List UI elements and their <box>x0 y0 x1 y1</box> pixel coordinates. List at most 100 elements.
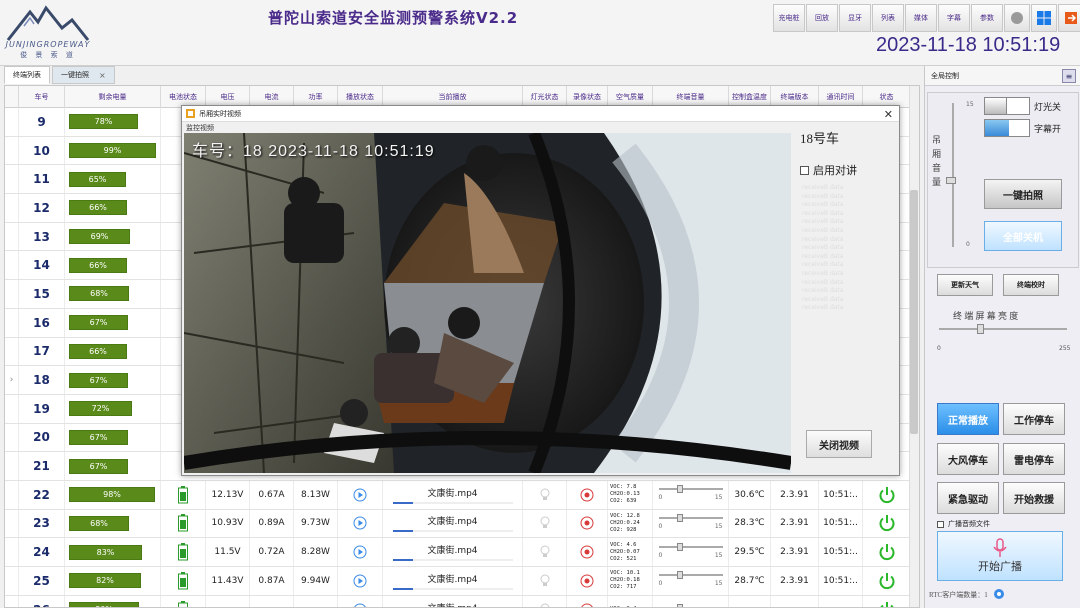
checkbox-box[interactable] <box>937 520 944 528</box>
slider-track[interactable] <box>658 485 723 494</box>
column-header[interactable]: 车号 <box>19 86 65 108</box>
table-row[interactable]: 23 68% 10.93V 0.89A 9.73W 文康街.mp4 VOC: 12.8 CH… <box>5 509 911 539</box>
start-rescue-button[interactable]: 开始救援 <box>1003 482 1065 514</box>
intercom-checkbox[interactable]: 启用对讲 <box>800 162 857 178</box>
bulb-icon[interactable] <box>523 595 567 607</box>
slider-thumb[interactable] <box>676 571 683 580</box>
slider-thumb[interactable] <box>676 603 683 607</box>
vertical-scrollbar[interactable] <box>909 86 919 607</box>
row-selector[interactable] <box>5 509 19 538</box>
slider-thumb[interactable] <box>676 513 683 522</box>
checkbox-box[interactable] <box>800 165 809 175</box>
row-selector[interactable] <box>5 194 19 222</box>
row-selector[interactable] <box>5 480 19 509</box>
record-icon[interactable] <box>567 480 608 509</box>
play-icon[interactable] <box>338 567 383 595</box>
toolbar-subtitle-button[interactable]: 字幕 <box>938 4 970 32</box>
row-selector[interactable] <box>5 136 19 165</box>
bulb-icon[interactable] <box>523 567 567 595</box>
broadcast-button[interactable]: 开始广播 <box>937 531 1063 581</box>
tab-snapshot[interactable]: 一键拍照 × <box>52 66 115 84</box>
scrollbar-thumb[interactable] <box>910 190 918 434</box>
subtitle-toggle[interactable] <box>984 119 1030 137</box>
row-selector[interactable] <box>5 595 19 607</box>
shutdown-all-button[interactable]: 全部关机 <box>984 221 1062 251</box>
record-dot-icon[interactable] <box>1004 4 1030 32</box>
terminal-time-button[interactable]: 终端校时 <box>1003 274 1059 296</box>
bulb-icon[interactable] <box>523 538 567 566</box>
thunder-stop-button[interactable]: 雷电停车 <box>1003 443 1065 475</box>
row-selector[interactable] <box>5 452 19 480</box>
close-icon[interactable]: ✕ <box>884 108 893 121</box>
toolbar-list-button[interactable]: 列表 <box>872 4 904 32</box>
volume-slider[interactable]: 0 15 <box>653 509 729 538</box>
row-selector[interactable] <box>5 251 19 280</box>
light-toggle[interactable] <box>984 97 1030 115</box>
row-selector[interactable] <box>5 337 19 366</box>
table-row[interactable]: 22 98% 12.13V 0.67A 8.13W 文康街.mp4 VOC: 7.8 CH2… <box>5 480 911 510</box>
toolbar-charger-button[interactable]: 充电桩 <box>773 4 805 32</box>
slider-track[interactable] <box>658 542 723 551</box>
close-video-button[interactable]: 关闭视频 <box>806 430 872 458</box>
play-icon[interactable] <box>338 538 383 566</box>
row-selector[interactable] <box>5 165 19 194</box>
table-row[interactable]: 26 80% 文康街.mp4 VOC: 9.4 <box>5 595 911 607</box>
record-icon[interactable] <box>567 595 608 607</box>
power-icon[interactable] <box>863 595 911 607</box>
power-icon[interactable] <box>863 538 911 566</box>
row-selector[interactable] <box>5 222 19 251</box>
brightness-track[interactable] <box>939 328 1067 330</box>
broadcast-file-checkbox[interactable]: 广播音频文件 <box>937 519 990 529</box>
table-row[interactable]: 24 83% 11.5V 0.72A 8.28W 文康街.mp4 VOC: 4.6 CH2O… <box>5 538 911 567</box>
column-header[interactable]: 剩余电量 <box>65 86 161 108</box>
bulb-icon[interactable] <box>523 509 567 538</box>
toolbar-playback-button[interactable]: 回放 <box>806 4 838 32</box>
slider-thumb[interactable] <box>676 485 683 494</box>
power-icon[interactable] <box>863 567 911 595</box>
emergency-drive-button[interactable]: 紧急驱动 <box>937 482 999 514</box>
record-icon[interactable] <box>567 509 608 538</box>
current-file: 文康街.mp4 <box>383 595 523 607</box>
power-icon[interactable] <box>863 509 911 538</box>
table-row[interactable]: 25 82% 11.43V 0.87A 9.94W 文康街.mp4 VOC: 10.1 CH… <box>5 567 911 596</box>
power-icon[interactable] <box>863 480 911 509</box>
windows-icon[interactable] <box>1031 4 1057 32</box>
normal-play-button[interactable]: 正常播放 <box>937 403 999 435</box>
play-icon[interactable] <box>338 595 383 607</box>
play-icon[interactable] <box>338 509 383 538</box>
volume-track[interactable] <box>952 103 954 247</box>
row-selector[interactable] <box>5 394 19 423</box>
volume-slider[interactable]: 0 15 <box>653 480 729 509</box>
volume-slider[interactable]: 0 15 <box>653 567 729 595</box>
slider-track[interactable] <box>658 571 723 580</box>
record-icon[interactable] <box>567 567 608 595</box>
row-selector[interactable]: › <box>5 366 19 394</box>
row-selector[interactable] <box>5 280 19 308</box>
brightness-thumb[interactable] <box>977 324 984 334</box>
battery-bar: 67% <box>69 429 128 445</box>
exit-icon[interactable] <box>1058 4 1080 32</box>
menu-icon[interactable]: ≡ <box>1062 69 1076 83</box>
row-selector[interactable] <box>5 308 19 337</box>
volume-slider[interactable]: 0 15 <box>653 538 729 566</box>
row-selector[interactable] <box>5 108 19 136</box>
toolbar-media-button[interactable]: 媒体 <box>905 4 937 32</box>
snap-all-button[interactable]: 一键拍照 <box>984 179 1062 209</box>
row-selector[interactable] <box>5 538 19 566</box>
work-stop-button[interactable]: 工作停车 <box>1003 403 1065 435</box>
update-weather-button[interactable]: 更新天气 <box>937 274 993 296</box>
wind-stop-button[interactable]: 大风停车 <box>937 443 999 475</box>
play-icon[interactable] <box>338 480 383 509</box>
toolbar-display-button[interactable]: 显牙 <box>839 4 871 32</box>
volume-thumb[interactable] <box>946 177 956 184</box>
toolbar-params-button[interactable]: 参数 <box>971 4 1003 32</box>
slider-track[interactable] <box>658 513 723 522</box>
close-icon[interactable]: × <box>99 71 106 80</box>
tab-terminal-list[interactable]: 终端列表 <box>4 66 50 84</box>
row-selector[interactable] <box>5 567 19 595</box>
slider-thumb[interactable] <box>676 542 683 551</box>
record-icon[interactable] <box>567 538 608 566</box>
bulb-icon[interactable] <box>523 480 567 509</box>
volume-slider[interactable] <box>653 595 729 607</box>
row-selector[interactable] <box>5 423 19 452</box>
